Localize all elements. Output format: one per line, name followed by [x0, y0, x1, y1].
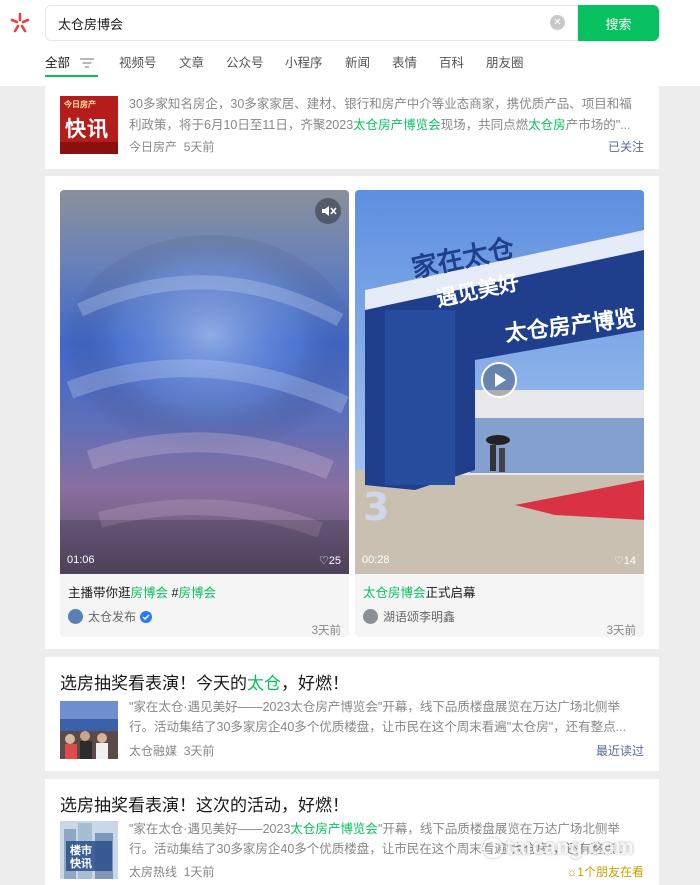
article-result-card[interactable]: 选房抽奖看表演！今天的太仓，好燃！ "家在太仓·遇见美好——2023太仓房产博览…: [45, 657, 659, 771]
app-logo-icon[interactable]: [8, 11, 32, 35]
video-duration: 00:28: [362, 554, 390, 566]
like-count: ♡25: [318, 555, 341, 567]
video-author[interactable]: 湖语颂李明鑫: [363, 608, 455, 628]
thumbnail-headline: 快讯: [65, 118, 109, 141]
article-description: "家在太仓·遇见美好——2023太仓房产博览会"开幕，线下品质楼盘展览在万达广场…: [129, 700, 627, 734]
video-duration: 01:06: [67, 554, 95, 566]
article-result-card[interactable]: 选房抽奖看表演！这次的活动，好燃！ 楼市 快讯 "家在太仓·遇见美好——2023…: [45, 779, 659, 885]
author-name: 湖语颂李明鑫: [383, 610, 456, 624]
article-thumbnail: [60, 701, 118, 759]
article-thumbnail: 楼市 快讯: [60, 821, 118, 879]
site-watermark: taicang.com: [483, 836, 634, 860]
tab-encyclopedia[interactable]: 百科: [439, 52, 464, 71]
video-thumbnail: [60, 190, 349, 574]
author-avatar: [363, 609, 378, 624]
source-name: 太仓融媒: [129, 744, 178, 758]
video-results-card: 01:06 ♡25 主播带你逛房博会 #房博会 太仓发布 3天前 家在太仓 遇见…: [45, 176, 659, 649]
author-name: 太仓发布: [88, 610, 137, 624]
video-title[interactable]: 太仓房博会正式启幕: [363, 582, 476, 601]
friends-reading-badge: ☼1个朋友在看: [566, 865, 644, 879]
publish-time: 5天前: [183, 140, 215, 154]
source-name: 今日房产: [129, 140, 178, 154]
tab-channels[interactable]: 视频号: [119, 52, 157, 71]
article-source: 太房热线 1天前: [129, 863, 214, 880]
search-button[interactable]: 搜索: [578, 5, 659, 41]
tab-news[interactable]: 新闻: [345, 52, 370, 71]
thumbnail-text-1: 楼市: [70, 843, 92, 857]
tab-moments[interactable]: 朋友圈: [486, 52, 524, 71]
clear-icon[interactable]: ✕: [550, 15, 565, 30]
verified-icon: [140, 610, 153, 623]
active-tab-indicator: [45, 75, 98, 77]
tab-mini-programs[interactable]: 小程序: [285, 52, 323, 71]
tab-stickers[interactable]: 表情: [392, 52, 417, 71]
thumbnail-band: [60, 142, 118, 154]
play-icon[interactable]: [481, 362, 517, 398]
like-count: ♡14: [613, 555, 636, 567]
publish-time: 1天前: [183, 865, 215, 879]
arch-digit: 3: [363, 485, 389, 529]
video-time: 3天前: [606, 625, 636, 637]
news-source: 今日房产 5天前: [129, 138, 214, 155]
thumbnail-caption: 今日房产: [64, 100, 96, 109]
news-description: 30多家知名房企，30多家家居、建材、银行和房产中介等业态商家，携优质产品、项目…: [129, 97, 632, 132]
article-title[interactable]: 选房抽奖看表演！今天的太仓，好燃！: [60, 669, 349, 694]
video-item[interactable]: 01:06 ♡25 主播带你逛房博会 #房博会 太仓发布 3天前: [60, 190, 349, 637]
article-title[interactable]: 选房抽奖看表演！这次的活动，好燃！: [60, 791, 349, 816]
follow-status[interactable]: 已关注: [608, 138, 644, 155]
search-input[interactable]: [58, 6, 538, 40]
publish-time: 3天前: [183, 744, 215, 758]
video-author[interactable]: 太仓发布: [68, 608, 153, 628]
video-title[interactable]: 主播带你逛房博会 #房博会: [68, 582, 216, 601]
video-time: 3天前: [311, 625, 341, 637]
tab-all[interactable]: 全部: [45, 52, 70, 71]
watermark-logo-icon: [483, 838, 503, 859]
thumbnail-text-2: 快讯: [69, 856, 92, 870]
mute-icon[interactable]: [315, 198, 341, 224]
filter-icon[interactable]: [80, 55, 94, 68]
author-avatar: [68, 609, 83, 624]
recently-read-badge: 最近读过: [595, 744, 644, 758]
tab-official-accounts[interactable]: 公众号: [226, 52, 264, 71]
source-name: 太房热线: [129, 865, 178, 879]
article-source: 太仓融媒 3天前: [129, 742, 214, 759]
search-header: ✕ 搜索 全部 视频号 文章 公众号 小程序 新闻 表情 百科 朋友圈: [0, 0, 700, 86]
video-item[interactable]: 家在太仓 遇见美好 太仓房产博览 3 00:28 ♡14 太仓房博会正式启幕 湖…: [355, 190, 644, 637]
search-box: ✕: [45, 5, 578, 41]
news-thumbnail: 今日房产 快讯: [60, 96, 118, 154]
news-result-card[interactable]: 今日房产 快讯 30多家知名房企，30多家家居、建材、银行和房产中介等业态商家，…: [45, 86, 659, 169]
tab-articles[interactable]: 文章: [179, 52, 204, 71]
